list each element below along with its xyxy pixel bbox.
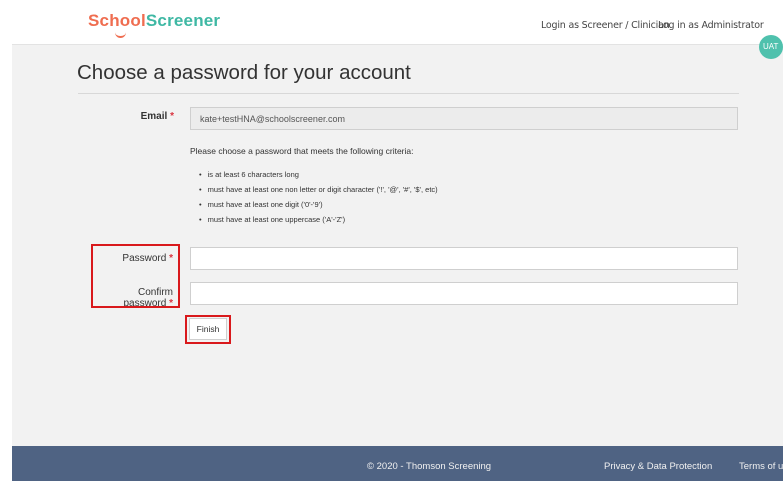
email-label: Email * (112, 111, 174, 122)
email-field (190, 107, 738, 130)
terms-link[interactable]: Terms of use (739, 461, 783, 472)
school-screener-logo[interactable]: SchoolScreener (88, 11, 220, 31)
footer: © 2020 - Thomson Screening Privacy & Dat… (12, 446, 783, 481)
footer-copyright: © 2020 - Thomson Screening (367, 461, 492, 472)
header: SchoolScreener Login as Screener / Clini… (12, 0, 783, 45)
title-divider (78, 93, 739, 94)
login-admin-link[interactable]: Log in as Administrator (658, 20, 764, 31)
criteria-item: must have at least one uppercase ('A'-'Z… (199, 212, 438, 227)
password-criteria-intro: Please choose a password that meets the … (190, 146, 414, 156)
criteria-item: must have at least one non letter or dig… (199, 182, 438, 197)
password-field[interactable] (190, 247, 738, 270)
logo-text-screener: Screener (145, 11, 221, 30)
criteria-item: is at least 6 characters long (199, 167, 438, 182)
email-label-text: Email (140, 111, 168, 122)
password-labels-highlight (91, 244, 180, 308)
logo-smile-icon (115, 31, 126, 38)
finish-button-highlight (185, 315, 231, 344)
environment-badge: UAT (759, 35, 783, 59)
criteria-item: must have at least one digit ('0'-'9') (199, 197, 438, 212)
login-screener-link[interactable]: Login as Screener / Clinician (541, 20, 670, 31)
page-title: Choose a password for your account (77, 61, 411, 84)
required-marker: * (170, 111, 174, 122)
confirm-password-field[interactable] (190, 282, 738, 305)
privacy-link[interactable]: Privacy & Data Protection (604, 461, 712, 472)
logo-text-school: School (88, 11, 146, 30)
page: SchoolScreener Login as Screener / Clini… (12, 0, 783, 481)
password-criteria-list: is at least 6 characters long must have … (199, 167, 438, 227)
